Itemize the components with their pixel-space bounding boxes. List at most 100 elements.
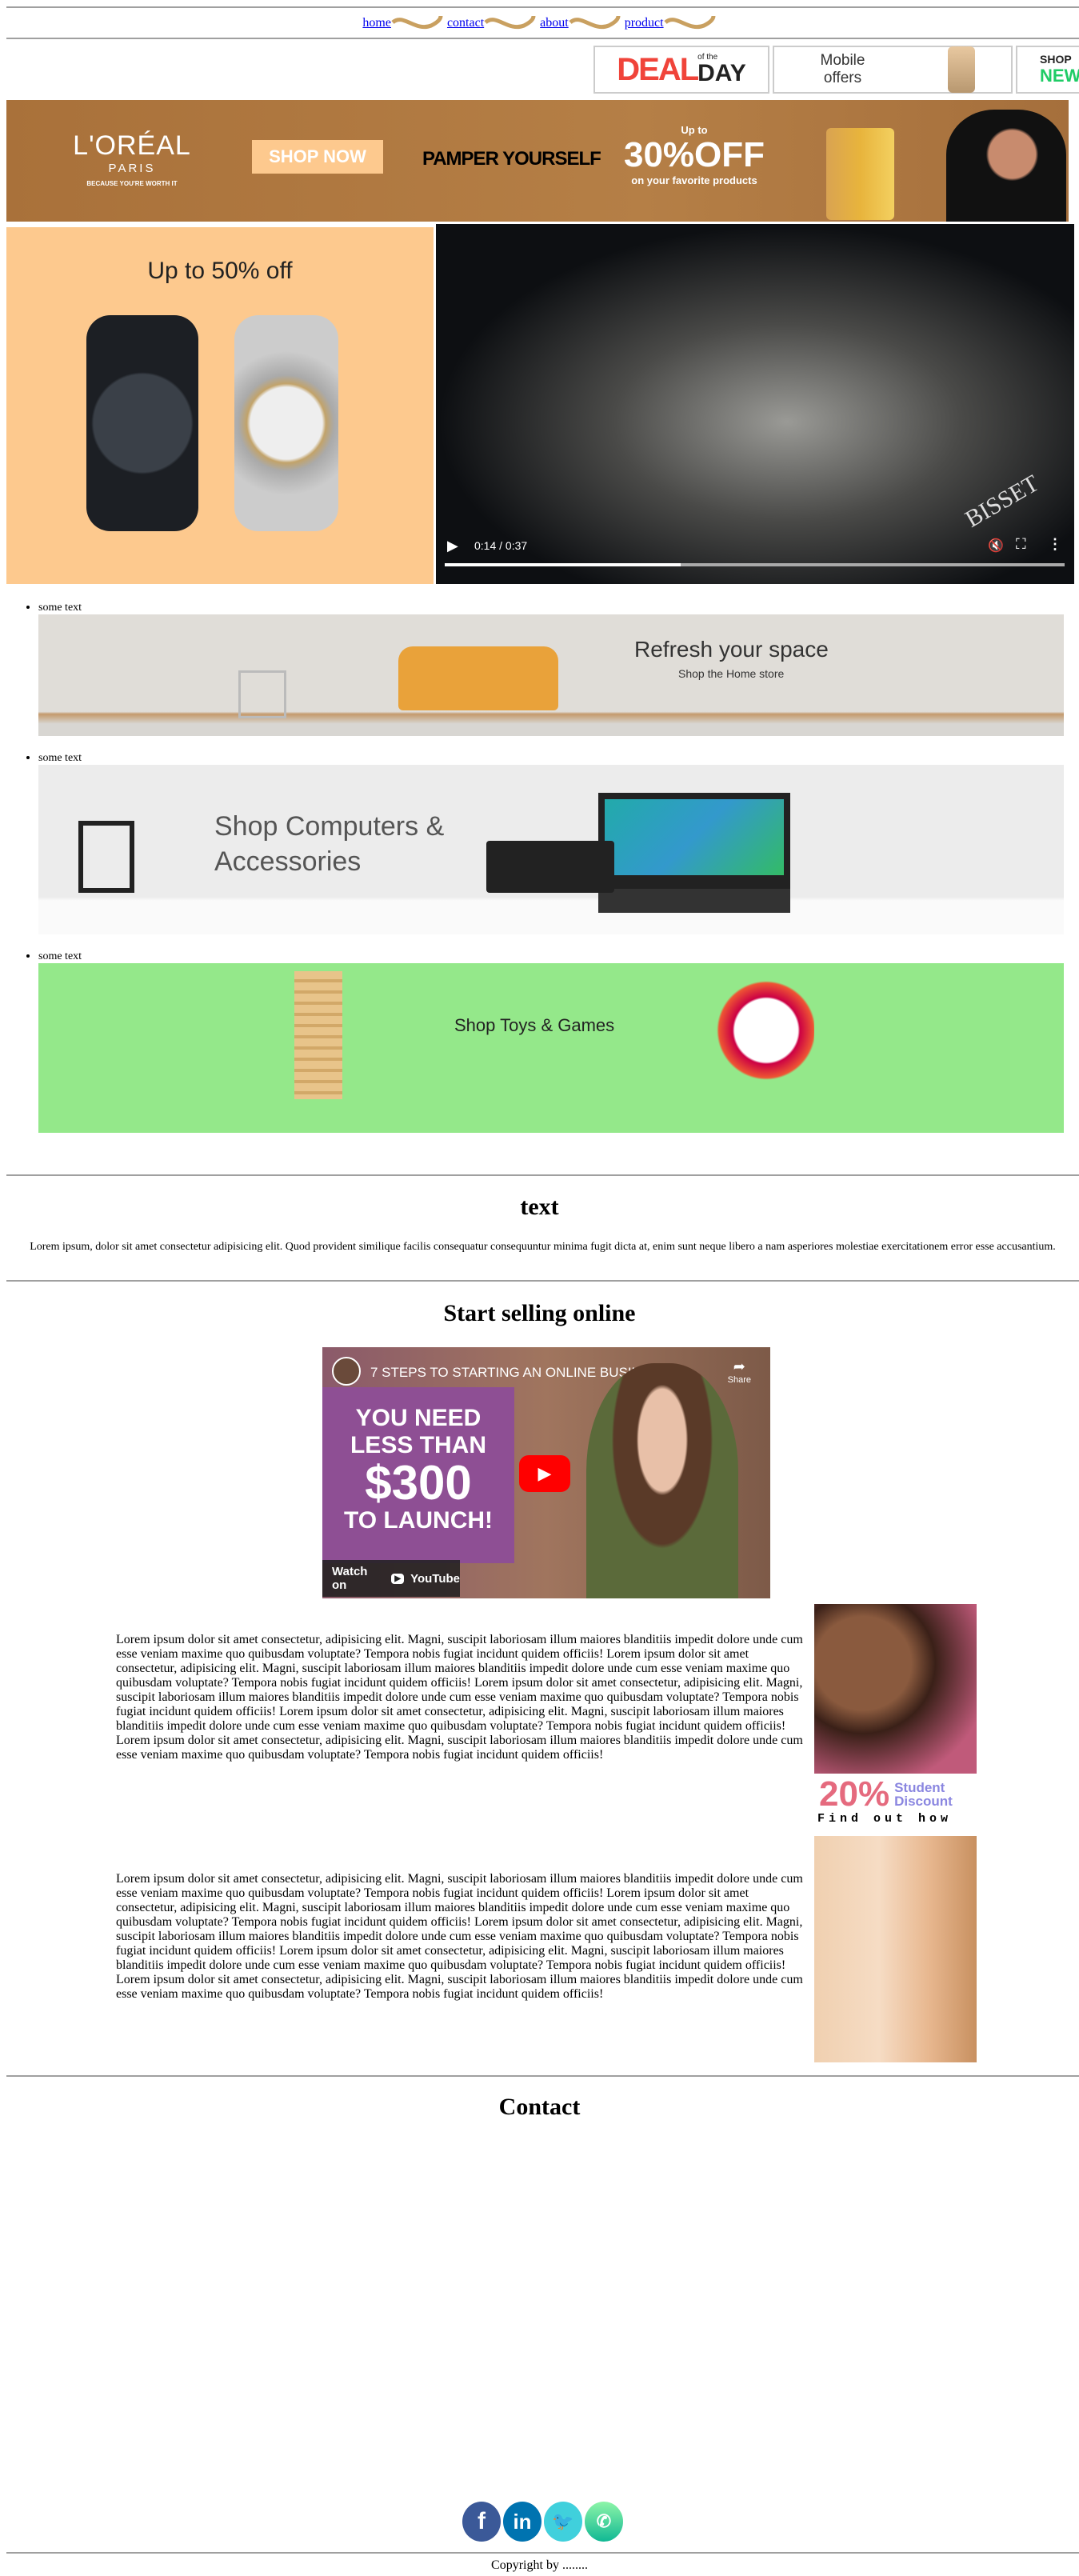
deal-of-the-day-banner[interactable]: DEAL of the DAY <box>593 46 769 94</box>
watch-brand-text: BISSET <box>961 470 1044 533</box>
share-button[interactable]: ➦ Share <box>728 1358 751 1385</box>
thumbnail-text-panel: YOU NEED LESS THAN $300 TO LAUNCH! <box>322 1387 514 1563</box>
article-text: Lorem ipsum dolor sit amet consectetur, … <box>116 1633 803 1762</box>
contact-heading: Contact <box>498 2094 581 2120</box>
youtube-logo-icon: ▶ <box>391 1573 405 1584</box>
deal-banners: DEAL of the DAY Mobile offers SHOP NEW <box>593 46 1079 94</box>
frame-image <box>78 821 134 893</box>
discount-block: Up to 30%OFF on your favorite products <box>622 124 766 186</box>
selling-heading: Start selling online <box>443 1300 636 1326</box>
article-text: Lorem ipsum dolor sit amet consectetur, … <box>116 1872 803 2001</box>
top-divider <box>6 6 1079 8</box>
keyboard-image <box>486 841 614 893</box>
list-item: some text Shop Computers & Accessories <box>38 750 1064 934</box>
shop-new-banner[interactable]: SHOP NEW <box>1016 46 1079 94</box>
thumb-line: TO LAUNCH! <box>343 1507 494 1534</box>
text-heading: text <box>520 1194 559 1220</box>
upto-text: Up to <box>681 124 708 136</box>
wave-decoration-icon <box>663 15 716 30</box>
play-icon[interactable]: ▶ <box>447 538 458 554</box>
thumb-line: $300 <box>365 1456 472 1510</box>
nav-about[interactable]: about <box>540 16 569 30</box>
discount-subtext: on your favorite products <box>631 174 757 187</box>
social-links: f in 🐦 ✆ <box>462 2502 623 2542</box>
fullscreen-icon[interactable]: ⛶ <box>1016 536 1026 553</box>
list-item-label: some text <box>38 752 82 764</box>
deal-day-block: of the DAY <box>697 54 746 86</box>
main-nav: home contact about product <box>0 14 1079 32</box>
laptop-image <box>598 793 790 913</box>
section-divider <box>6 1174 1079 1176</box>
loreal-brand: L'ORÉAL <box>73 130 191 161</box>
laptop-screen <box>605 799 784 875</box>
side-table-image <box>238 670 286 718</box>
facebook-icon[interactable]: f <box>462 2502 501 2542</box>
discount-percent: 20% <box>819 1774 890 1814</box>
list-item: some text Refresh your space Shop the Ho… <box>38 600 1064 736</box>
shop-text: SHOP <box>1040 53 1072 66</box>
banner-title: Shop Computers & Accessories <box>214 811 445 878</box>
nav-contact[interactable]: contact <box>447 16 484 30</box>
loreal-logo: L'ORÉAL PARIS BECAUSE YOU'RE WORTH IT <box>56 130 208 187</box>
discount-caption: 20% Student Discount <box>814 1774 977 1812</box>
wave-decoration-icon <box>391 15 443 30</box>
list-item: some text Shop Toys & Games <box>38 949 1064 1133</box>
new-text: NEW <box>1040 65 1079 86</box>
discount-label: Student Discount <box>894 1781 953 1808</box>
promo-line: Discount <box>894 1794 953 1809</box>
wave-decoration-icon <box>484 15 536 30</box>
jenga-image <box>294 971 342 1099</box>
nav-product[interactable]: product <box>625 16 664 30</box>
banner-title: Shop Toys & Games <box>454 1015 615 1035</box>
more-options-icon[interactable]: ⋮ <box>1048 536 1062 553</box>
twitter-icon[interactable]: 🐦 <box>544 2502 582 2542</box>
list-item-label: some text <box>38 950 82 962</box>
banner-subtitle: Shop the Home store <box>678 667 785 680</box>
channel-avatar[interactable] <box>332 1357 361 1386</box>
discount-text: 30%OFF <box>623 135 765 174</box>
category-list: some text Refresh your space Shop the Ho… <box>0 600 1064 1133</box>
find-out-how-link[interactable]: Find out how <box>814 1812 977 1826</box>
deal-day-text: DAY <box>697 60 746 86</box>
computers-banner[interactable]: Shop Computers & Accessories <box>38 765 1064 934</box>
phone-image <box>947 46 975 93</box>
video-time: 0:14 / 0:37 <box>474 539 528 552</box>
video-progress-fill <box>445 563 681 566</box>
presenter-image <box>586 1363 738 1598</box>
wave-decoration-icon <box>569 15 621 30</box>
copyright: Copyright by ........ <box>491 2558 588 2572</box>
section-divider <box>6 1280 1079 1282</box>
deal-text: DEAL <box>617 51 699 87</box>
whatsapp-icon[interactable]: ✆ <box>585 2502 623 2542</box>
model-image <box>946 110 1066 222</box>
loreal-banner[interactable]: L'ORÉAL PARIS BECAUSE YOU'RE WORTH IT SH… <box>6 100 1069 222</box>
youtube-play-button[interactable]: ▶ <box>519 1455 570 1492</box>
watch-sale-promo[interactable]: Up to 50% off <box>6 227 434 584</box>
loreal-city: PARIS <box>108 162 156 175</box>
facebook-glyph: f <box>478 2508 486 2534</box>
mobile-offers-banner[interactable]: Mobile offers <box>773 46 1013 94</box>
watch-on-youtube-button[interactable]: Watch on ▶ YouTube <box>322 1560 460 1597</box>
video-progress-bar[interactable] <box>445 563 1065 566</box>
shop-now-button[interactable]: SHOP NOW <box>252 140 383 174</box>
nav-divider <box>6 38 1079 39</box>
pamper-headline: PAMPER YOURSELF <box>422 148 601 170</box>
footer-divider <box>6 2552 1079 2554</box>
home-store-banner[interactable]: Refresh your space Shop the Home store <box>38 614 1064 736</box>
watch-video-player[interactable]: BISSET ▶ 0:14 / 0:37 🔇 ⛶ ⋮ <box>436 224 1074 584</box>
toy-pony-image <box>694 979 814 1107</box>
text-paragraph: Lorem ipsum, dolor sit amet consectetur … <box>30 1241 1056 1253</box>
student-discount-ad[interactable]: 20% Student Discount Find out how <box>814 1604 977 1832</box>
youtube-embed[interactable]: 7 STEPS TO STARTING AN ONLINE BUSINESS ➦… <box>322 1347 770 1598</box>
mute-icon[interactable]: 🔇 <box>988 538 1004 554</box>
watch-promo-title: Up to 50% off <box>147 258 293 284</box>
analog-watch-image <box>234 315 338 531</box>
banner-title: Refresh your space <box>634 637 829 662</box>
share-icon: ➦ <box>733 1358 745 1374</box>
nav-home[interactable]: home <box>362 16 391 30</box>
linkedin-icon[interactable]: in <box>503 2502 541 2542</box>
toys-banner[interactable]: Shop Toys & Games <box>38 963 1064 1133</box>
youtube-label: YouTube <box>410 1571 460 1586</box>
watch-on-label: Watch on <box>332 1565 368 1592</box>
digital-watch-image <box>86 315 198 531</box>
